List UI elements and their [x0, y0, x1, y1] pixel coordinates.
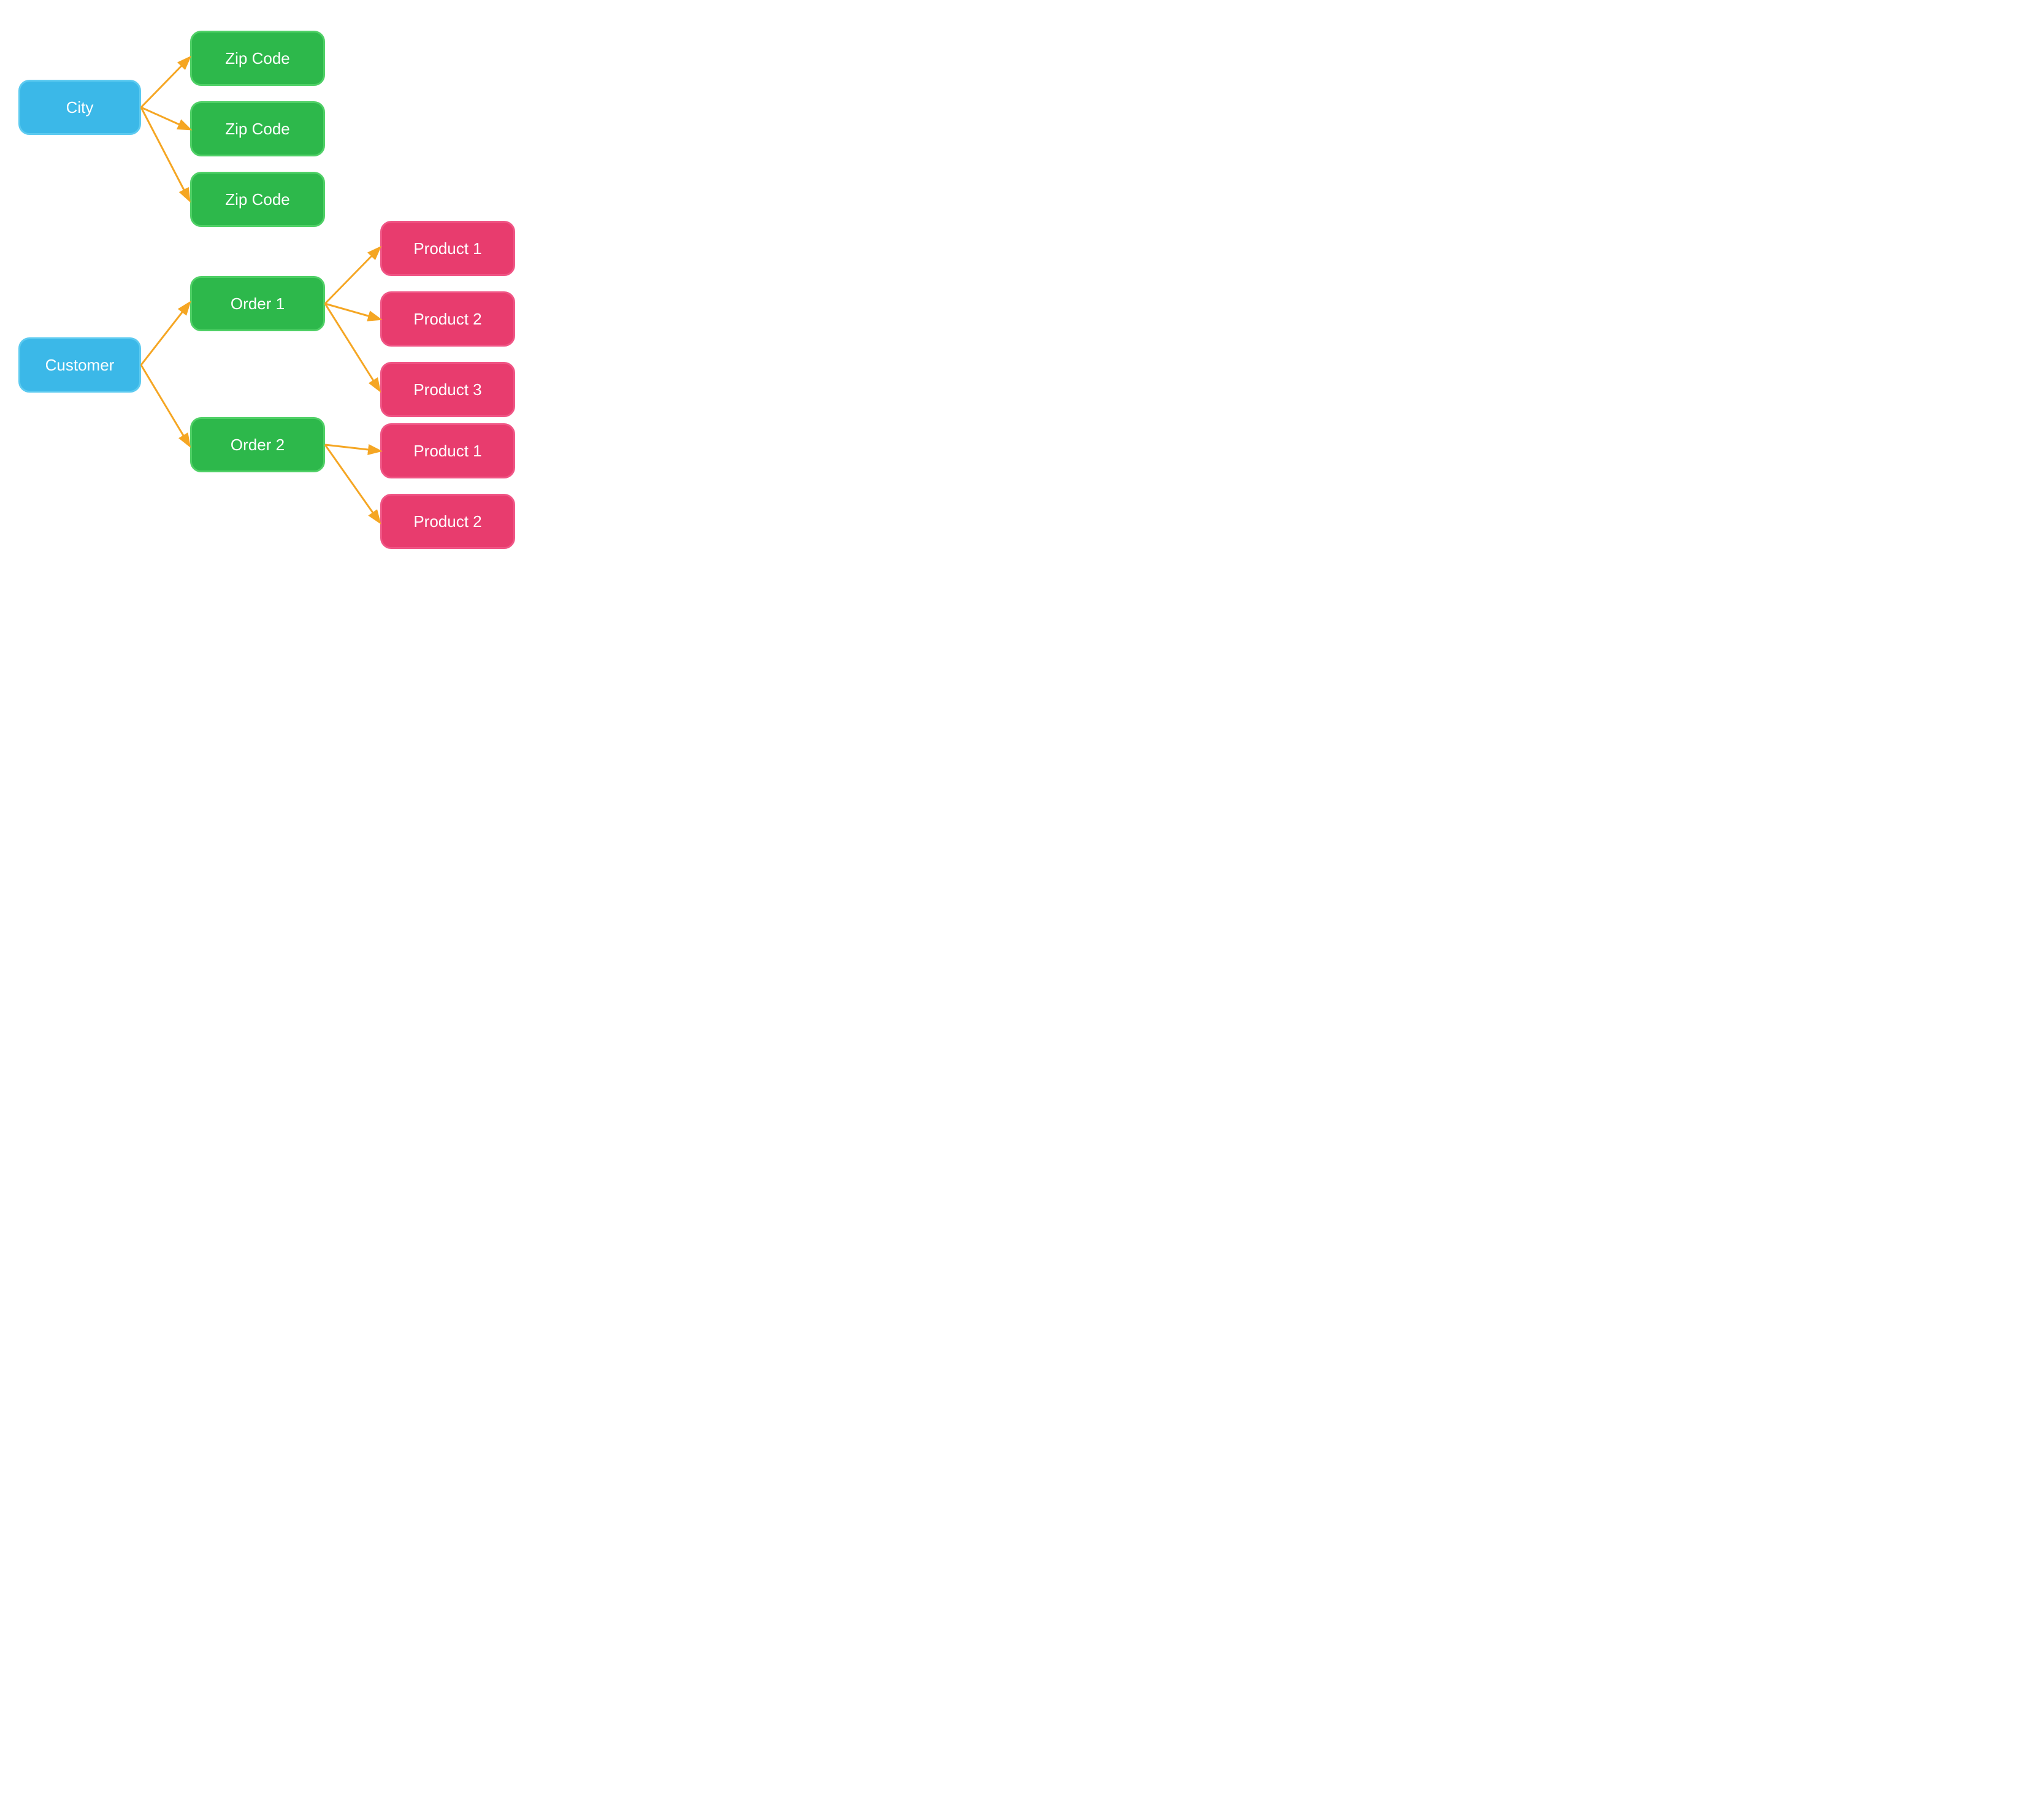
zip1-node: Zip Code [190, 31, 325, 86]
zip2-node: Zip Code [190, 101, 325, 156]
order1-node: Order 1 [190, 276, 325, 331]
order2-node: Order 2 [190, 417, 325, 472]
prod2a-node: Product 2 [380, 291, 515, 347]
zip3-node: Zip Code [190, 172, 325, 227]
customer-node: Customer [18, 337, 141, 393]
prod2b-node: Product 2 [380, 494, 515, 549]
city-node: City [18, 80, 141, 135]
prod1a-node: Product 1 [380, 221, 515, 276]
prod3a-node: Product 3 [380, 362, 515, 417]
prod1b-node: Product 1 [380, 423, 515, 478]
